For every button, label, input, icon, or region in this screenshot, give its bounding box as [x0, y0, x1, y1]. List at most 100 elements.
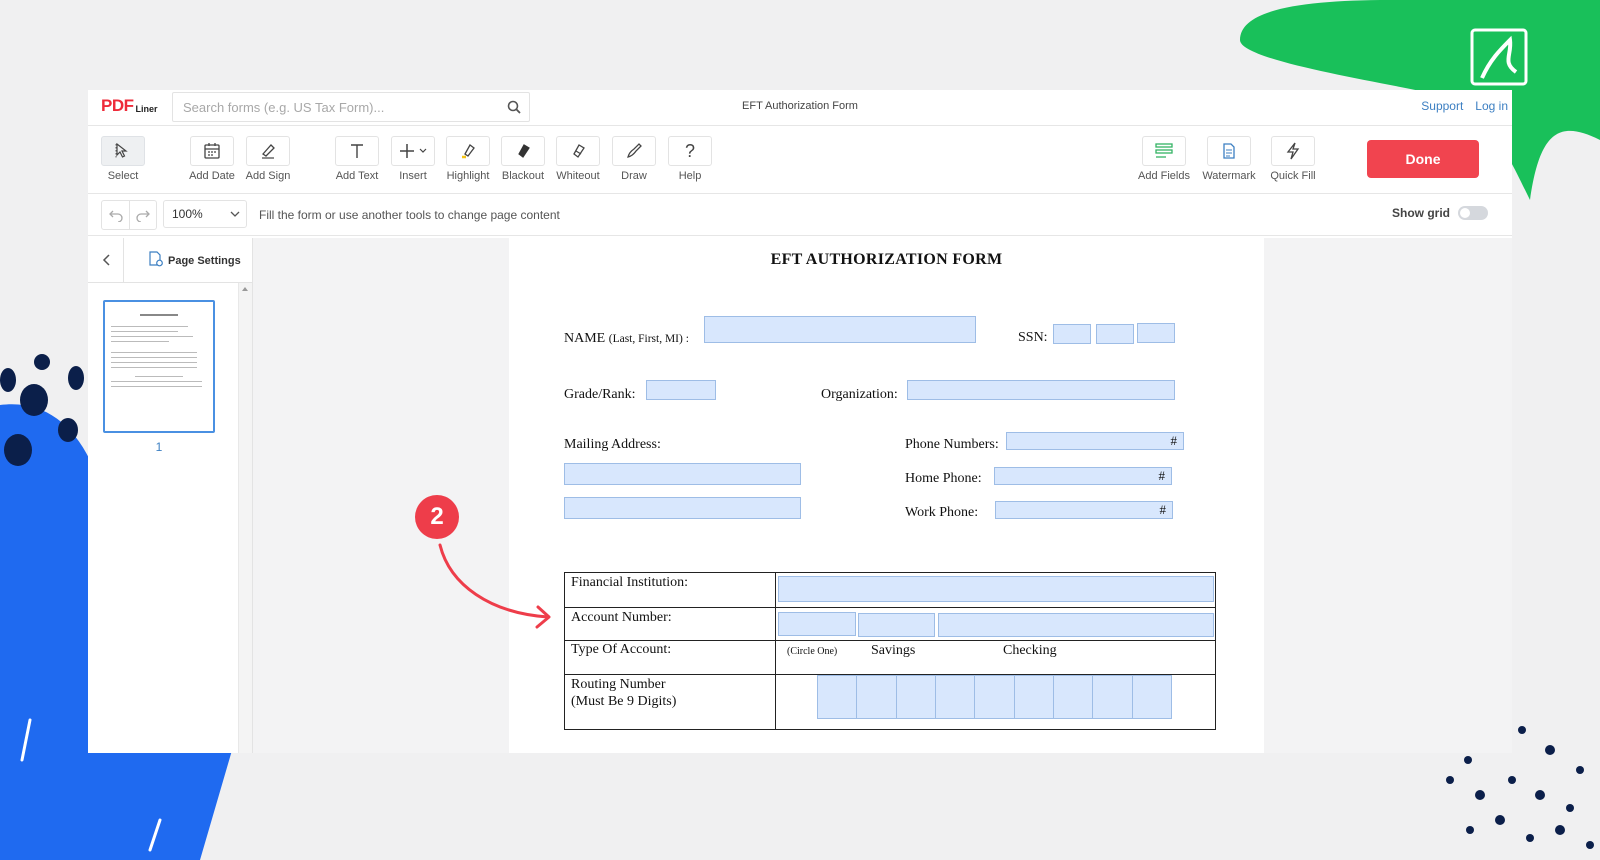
phone-numbers-label: Phone Numbers: — [905, 437, 999, 452]
select-label: Select — [107, 170, 139, 182]
whiteout-label: Whiteout — [556, 170, 600, 182]
page-settings-label: Page Settings — [168, 254, 241, 267]
ssn-field-1[interactable] — [1053, 324, 1091, 344]
plus-icon — [391, 136, 435, 166]
grade-label: Grade/Rank: — [564, 387, 636, 402]
financial-institution-field[interactable] — [778, 576, 1214, 602]
name-field[interactable] — [704, 316, 976, 343]
account-number-label: Account Number: — [571, 610, 672, 625]
add-date-label: Add Date — [189, 170, 235, 182]
chevron-down-icon — [230, 207, 240, 221]
quick-fill-tool[interactable]: Quick Fill — [1263, 136, 1323, 182]
insert-tool[interactable]: Insert — [383, 136, 443, 182]
ssn-field-2[interactable] — [1096, 324, 1134, 344]
routing-number-field[interactable] — [817, 675, 1172, 719]
dots-left-decoration — [0, 354, 84, 466]
sidebar-scrollbar[interactable] — [238, 283, 252, 753]
sub-toolbar: 100% Fill the form or use another tools … — [88, 194, 1512, 236]
chevron-left-icon[interactable] — [88, 238, 124, 282]
mailing-address-field-2[interactable] — [564, 497, 801, 519]
account-number-field-2[interactable] — [858, 613, 935, 637]
logo-suffix: Liner — [135, 104, 158, 114]
add-date-tool[interactable]: Add Date — [182, 136, 242, 182]
show-grid-label: Show grid — [1392, 206, 1450, 220]
page-number: 1 — [155, 440, 163, 454]
search-input[interactable] — [173, 93, 499, 121]
name-label: NAME (Last, First, MI) : — [564, 331, 689, 346]
grade-field[interactable] — [646, 380, 716, 400]
watermark-label: Watermark — [1202, 170, 1256, 182]
bank-info-table: Financial Institution: Account Number: T… — [564, 572, 1216, 730]
financial-institution-label: Financial Institution: — [571, 575, 689, 590]
savings-option[interactable]: Savings — [871, 643, 915, 659]
search-icon[interactable] — [499, 93, 529, 121]
work-phone-field[interactable] — [995, 501, 1173, 519]
blackout-tool[interactable]: Blackout — [493, 136, 553, 182]
cursor-icon — [101, 136, 145, 166]
blackout-marker-icon — [501, 136, 545, 166]
pen-icon — [612, 136, 656, 166]
home-phone-field[interactable] — [994, 467, 1172, 485]
step-badge: 2 — [415, 495, 459, 539]
add-sign-tool[interactable]: Add Sign — [238, 136, 298, 182]
calendar-icon — [190, 136, 234, 166]
organization-label: Organization: — [821, 387, 898, 402]
pdf-page: EFT AUTHORIZATION FORM NAME (Last, First… — [509, 238, 1264, 753]
page-sidebar: Page Settings 1 — [88, 238, 253, 753]
workspace: Page Settings 1 EFT AUTHORIZATION FORM N… — [88, 238, 1512, 753]
done-button[interactable]: Done — [1367, 140, 1479, 178]
add-text-label: Add Text — [335, 170, 379, 182]
account-number-field-1[interactable] — [778, 612, 856, 636]
organization-field[interactable] — [907, 380, 1175, 400]
page-thumbnail[interactable] — [103, 300, 215, 433]
lightning-icon — [1271, 136, 1315, 166]
add-text-tool[interactable]: Add Text — [327, 136, 387, 182]
highlight-tool[interactable]: Highlight — [438, 136, 498, 182]
redo-icon[interactable] — [129, 201, 156, 229]
work-phone-label: Work Phone: — [905, 505, 979, 520]
draw-label: Draw — [621, 170, 647, 182]
watermark-icon — [1207, 136, 1251, 166]
add-sign-label: Add Sign — [245, 170, 291, 182]
search-box — [172, 92, 530, 122]
select-tool[interactable]: Select — [93, 136, 153, 182]
mailing-address-field-1[interactable] — [564, 463, 801, 485]
highlight-label: Highlight — [446, 170, 490, 182]
watermark-tool[interactable]: Watermark — [1199, 136, 1259, 182]
checking-option[interactable]: Checking — [1003, 643, 1057, 659]
text-icon — [335, 136, 379, 166]
logo-text: PDF — [101, 96, 134, 115]
signature-icon — [246, 136, 290, 166]
quick-fill-label: Quick Fill — [1270, 170, 1316, 182]
highlighter-icon — [446, 136, 490, 166]
toolbar: Select Add Date Add Sign Add Text Insert… — [88, 126, 1512, 194]
annotation-arrow-icon — [438, 543, 551, 629]
eraser-icon — [556, 136, 600, 166]
pdfliner-logo[interactable]: PDF Liner — [101, 96, 158, 116]
phone-numbers-field[interactable] — [1006, 432, 1184, 450]
ssn-field-3[interactable] — [1137, 323, 1175, 343]
zoom-value: 100% — [172, 207, 203, 221]
undo-redo-group — [101, 200, 157, 230]
page-settings-button[interactable]: Page Settings — [148, 251, 241, 270]
add-fields-label: Add Fields — [1138, 170, 1190, 182]
app-window: PDF Liner EFT Authorization Form Support… — [88, 90, 1512, 753]
undo-icon[interactable] — [102, 201, 129, 229]
mailing-address-label: Mailing Address: — [564, 437, 661, 452]
login-link[interactable]: Log in — [1475, 99, 1508, 113]
whiteout-tool[interactable]: Whiteout — [548, 136, 608, 182]
account-number-field-3[interactable] — [938, 613, 1214, 637]
hint-text: Fill the form or use another tools to ch… — [259, 208, 560, 222]
page-settings-icon — [148, 251, 164, 270]
type-of-account-label: Type Of Account: — [571, 642, 672, 657]
support-link[interactable]: Support — [1421, 99, 1463, 113]
show-grid-toggle[interactable] — [1458, 206, 1488, 220]
draw-tool[interactable]: Draw — [604, 136, 664, 182]
add-fields-tool[interactable]: Add Fields — [1134, 136, 1194, 182]
help-label: Help — [678, 170, 702, 182]
help-tool[interactable]: ? Help — [660, 136, 720, 182]
question-mark-icon: ? — [668, 136, 712, 166]
zoom-select[interactable]: 100% — [163, 200, 247, 228]
ssn-label: SSN: — [1018, 330, 1048, 345]
form-title: EFT AUTHORIZATION FORM — [770, 251, 1003, 268]
